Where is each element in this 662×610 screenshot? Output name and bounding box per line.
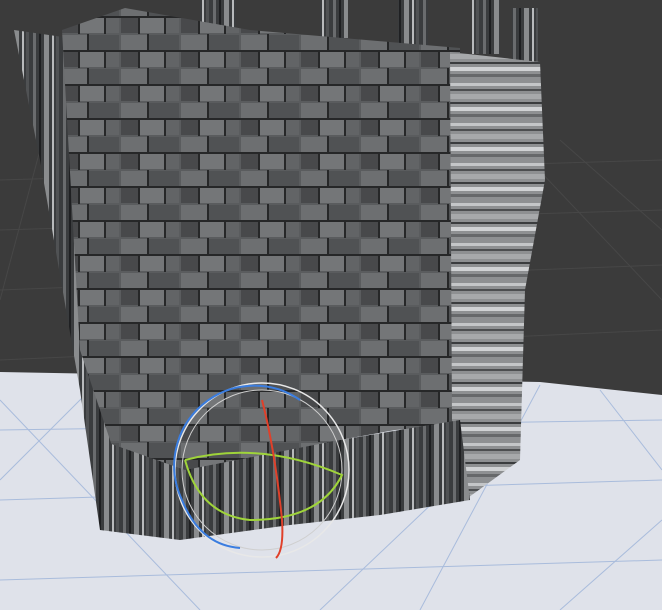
tower-spike: [398, 0, 428, 46]
scene-viewport[interactable]: [0, 0, 662, 610]
tower-stone-face: [62, 8, 460, 480]
scene-canvas[interactable]: [0, 0, 662, 610]
tower-model[interactable]: [14, 0, 545, 540]
tower-spike: [512, 8, 538, 63]
tower-spike: [320, 0, 348, 38]
tower-spike: [472, 0, 500, 54]
